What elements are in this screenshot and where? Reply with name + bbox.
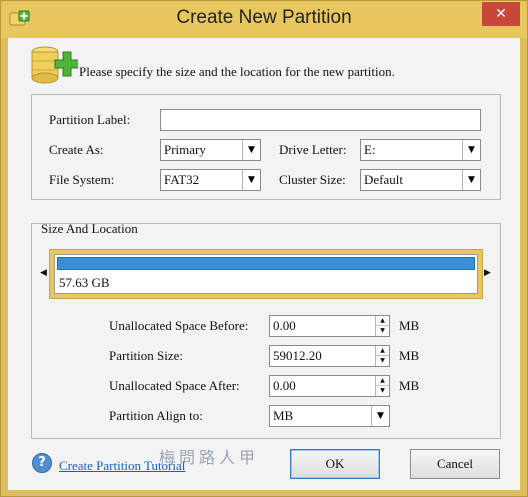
chevron-down-icon[interactable]: ▼ — [242, 170, 260, 190]
spin-arrows-icon[interactable]: ▲ ▼ — [375, 376, 389, 396]
close-button[interactable]: ✕ — [482, 2, 520, 26]
drive-letter-label: Drive Letter: — [279, 142, 347, 157]
partition-align-value: MB — [273, 408, 294, 423]
cluster-size-label: Cluster Size: — [279, 172, 346, 187]
unallocated-after-input[interactable]: 0.00 ▲ ▼ — [269, 375, 390, 397]
size-location-title: Size And Location — [41, 221, 138, 236]
unallocated-after-unit: MB — [399, 378, 420, 393]
partition-size-label: Partition Size: — [109, 348, 184, 363]
chevron-down-icon[interactable]: ▼ — [462, 170, 480, 190]
spin-arrows-icon[interactable]: ▲ ▼ — [375, 316, 389, 336]
cluster-size-select[interactable]: Default ▼ — [360, 169, 481, 191]
disk-add-icon — [31, 46, 78, 84]
chevron-down-icon[interactable]: ▼ — [242, 140, 260, 160]
dialog-title: Create New Partition — [176, 7, 352, 28]
partition-align-label: Partition Align to: — [109, 408, 203, 423]
ok-button[interactable]: OK — [290, 449, 380, 479]
file-system-value: FAT32 — [164, 172, 200, 187]
drive-letter-select[interactable]: E: ▼ — [360, 139, 481, 161]
resize-handle-left-icon[interactable]: ◀ — [40, 268, 47, 278]
partition-size-value: 59012.20 — [273, 348, 322, 363]
title-bar: Create New Partition ✕ — [1, 1, 527, 38]
unallocated-before-value: 0.00 — [273, 318, 296, 333]
partition-align-select[interactable]: MB ▼ — [269, 405, 390, 427]
partition-label-label: Partition Label: — [49, 112, 131, 127]
partition-label-input[interactable] — [160, 109, 481, 131]
watermark-text: 梅問路人甲 — [159, 448, 260, 467]
create-as-select[interactable]: Primary ▼ — [160, 139, 261, 161]
partition-size-input[interactable]: 59012.20 ▲ ▼ — [269, 345, 390, 367]
partition-usage-bar — [57, 257, 475, 270]
spin-arrows-icon[interactable]: ▲ ▼ — [375, 346, 389, 366]
file-system-select[interactable]: FAT32 ▼ — [160, 169, 261, 191]
chevron-down-icon[interactable]: ▼ — [462, 140, 480, 160]
file-system-label: File System: — [49, 172, 115, 187]
help-icon[interactable]: ? — [32, 453, 52, 473]
partition-block[interactable]: 57.63 GB — [54, 254, 478, 294]
instruction-text: Please specify the size and the location… — [79, 64, 395, 79]
unallocated-after-value: 0.00 — [273, 378, 296, 393]
unallocated-after-label: Unallocated Space After: — [109, 378, 240, 393]
create-as-label: Create As: — [49, 142, 104, 157]
unallocated-before-label: Unallocated Space Before: — [109, 318, 249, 333]
partition-map[interactable]: 57.63 GB — [49, 249, 483, 299]
resize-handle-right-icon[interactable]: ▶ — [484, 268, 491, 278]
partition-size-unit: MB — [399, 348, 420, 363]
cancel-button[interactable]: Cancel — [410, 449, 500, 479]
drive-letter-value: E: — [364, 142, 376, 157]
create-as-value: Primary — [164, 142, 206, 157]
cluster-size-value: Default — [364, 172, 403, 187]
unallocated-before-input[interactable]: 0.00 ▲ ▼ — [269, 315, 390, 337]
dialog-body: Please specify the size and the location… — [8, 38, 520, 490]
chevron-down-icon[interactable]: ▼ — [371, 406, 389, 426]
unallocated-before-unit: MB — [399, 318, 420, 333]
create-partition-dialog: Create New Partition ✕ Please specify th… — [0, 0, 528, 497]
partition-size-display: 57.63 GB — [59, 275, 110, 290]
